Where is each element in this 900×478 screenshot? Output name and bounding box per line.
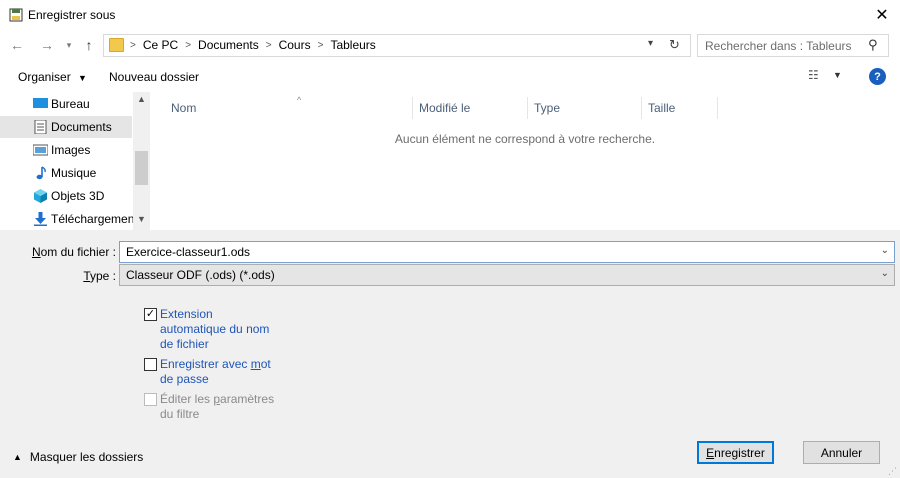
column-header-type[interactable]: Type: [528, 97, 642, 119]
hide-folders-button[interactable]: ▲ Masquer les dossiers: [13, 450, 143, 464]
sidebar-item-images[interactable]: Images: [0, 139, 132, 161]
music-icon: [36, 166, 46, 180]
address-dropdown-icon[interactable]: ▾: [648, 38, 653, 49]
file-type-select[interactable]: Classeur ODF (.ods) (*.ods) ⌄: [119, 264, 895, 286]
new-folder-label: Nouveau dossier: [109, 70, 200, 84]
empty-list-message: Aucun élément ne correspond à votre rech…: [394, 132, 656, 146]
chevron-down-icon[interactable]: ⌄: [881, 268, 889, 279]
navigation-pane: Bureau Documents Images Musique Objets 3…: [0, 92, 150, 230]
documents-icon: [34, 120, 47, 134]
search-icon[interactable]: ⚲: [868, 37, 878, 53]
sidebar-item-label: Images: [51, 143, 91, 157]
close-button[interactable]: ✕: [864, 0, 900, 30]
filter-settings-option: Éditer les paramètres du filtre: [144, 392, 275, 422]
filename-label: Nom du fichier :: [31, 245, 116, 259]
sidebar-item-musique[interactable]: Musique: [0, 162, 132, 184]
view-dropdown-icon[interactable]: ▼: [833, 70, 842, 80]
breadcrumb-separator: >: [130, 39, 136, 51]
breadcrumb-item-tableurs[interactable]: Tableurs: [330, 38, 375, 52]
column-header-label: Nom: [171, 101, 197, 115]
cancel-label: Annuler: [820, 445, 863, 460]
scrollbar-thumb[interactable]: [135, 151, 148, 185]
view-options-icon[interactable]: ☷: [808, 68, 819, 82]
filter-settings-checkbox: [144, 393, 157, 406]
hide-folders-label: Masquer les dossiers: [29, 450, 144, 464]
organize-label: Organiser: [18, 70, 71, 84]
chevron-up-icon: ▲: [13, 452, 22, 462]
chevron-down-icon[interactable]: ⌄: [881, 245, 889, 256]
filter-settings-label: Éditer les paramètres du filtre: [160, 392, 275, 421]
sidebar-item-label: Musique: [51, 166, 97, 180]
column-header-label: Modifié le: [419, 101, 471, 115]
sidebar-item-label: Téléchargement: [51, 212, 138, 226]
sidebar-item-label: Objets 3D: [51, 189, 105, 203]
password-label[interactable]: Enregistrer avec mot de passe: [160, 357, 275, 387]
auto-extension-label[interactable]: Extension automatique du nom de fichier: [160, 307, 275, 352]
new-folder-button[interactable]: Nouveau dossier: [109, 70, 199, 84]
chevron-down-icon: ▾: [66, 39, 72, 50]
organize-button[interactable]: Organiser ▼: [18, 70, 87, 84]
arrow-right-icon: →: [40, 37, 54, 53]
download-icon: [34, 212, 47, 226]
recent-locations-button[interactable]: ▾: [60, 36, 78, 54]
desktop-icon: [33, 98, 48, 108]
sidebar-item-documents[interactable]: Documents: [0, 116, 132, 138]
sidebar-item-objets-3d[interactable]: Objets 3D: [0, 185, 132, 207]
search-box[interactable]: Rechercher dans : Tableurs ⚲: [697, 34, 889, 57]
sort-ascending-icon: ^: [297, 95, 302, 105]
scroll-up-icon[interactable]: ▲: [137, 94, 146, 104]
column-header-modifie-le[interactable]: Modifié le: [413, 97, 528, 119]
breadcrumb-separator: >: [317, 39, 324, 51]
column-header-label: Type: [534, 101, 561, 115]
navigation-scrollbar[interactable]: ▲ ▼: [133, 92, 150, 230]
forward-button[interactable]: →: [38, 36, 56, 54]
checkmark-icon: ✓: [145, 308, 156, 320]
breadcrumb-separator: >: [265, 39, 272, 51]
file-list[interactable]: ^ Nom Modifié le Type Taille Aucun éléme…: [150, 92, 900, 230]
up-button[interactable]: ↑: [80, 36, 98, 54]
save-button[interactable]: Enregistrer: [697, 441, 774, 464]
close-icon: ✕: [875, 7, 889, 24]
sidebar-item-telechargement[interactable]: Téléchargement: [0, 208, 138, 230]
type-label: Type :: [83, 269, 116, 283]
filename-value: Exercice-classeur1.ods: [126, 245, 251, 259]
column-header-label: Taille: [648, 101, 676, 115]
cancel-button[interactable]: Annuler: [803, 441, 880, 464]
column-header-nom[interactable]: ^ Nom: [165, 95, 413, 119]
sidebar-item-bureau[interactable]: Bureau: [0, 93, 132, 115]
breadcrumb-item-ce-pc[interactable]: Ce PC: [143, 38, 178, 52]
title-bar: Enregistrer sous ✕: [0, 0, 900, 30]
refresh-icon[interactable]: ↻: [669, 37, 680, 53]
folder-icon: [109, 38, 124, 52]
resize-grip-icon[interactable]: ⋰: [888, 466, 897, 477]
auto-extension-option[interactable]: ✓ Extension automatique du nom de fichie…: [144, 307, 275, 352]
chevron-down-icon: ▼: [78, 73, 87, 83]
password-option[interactable]: Enregistrer avec mot de passe: [144, 357, 275, 387]
breadcrumb-item-documents[interactable]: Documents: [198, 38, 259, 52]
password-checkbox[interactable]: [144, 358, 157, 371]
sidebar-item-label: Documents: [51, 120, 112, 134]
sidebar-item-label: Bureau: [51, 97, 90, 111]
column-header-taille[interactable]: Taille: [642, 97, 718, 119]
scroll-down-icon[interactable]: ▼: [137, 214, 146, 224]
auto-extension-checkbox[interactable]: ✓: [144, 308, 157, 321]
save-dialog-icon: [9, 8, 23, 22]
help-icon[interactable]: ?: [869, 68, 886, 85]
objects-3d-icon: [34, 189, 47, 203]
breadcrumb-item-cours[interactable]: Cours: [279, 38, 311, 52]
file-type-value: Classeur ODF (.ods) (*.ods): [126, 268, 275, 282]
images-icon: [33, 144, 48, 156]
back-button[interactable]: ←: [8, 36, 26, 54]
arrow-up-icon: ↑: [85, 37, 93, 53]
breadcrumb: > Ce PC > Documents > Cours > Tableurs: [128, 38, 376, 52]
arrow-left-icon: ←: [10, 37, 24, 53]
address-bar[interactable]: > Ce PC > Documents > Cours > Tableurs ▾…: [103, 34, 691, 57]
breadcrumb-separator: >: [185, 39, 192, 51]
search-placeholder: Rechercher dans : Tableurs: [705, 39, 852, 53]
filename-field[interactable]: Exercice-classeur1.ods ⌄: [119, 241, 895, 263]
window-title: Enregistrer sous: [28, 8, 116, 22]
